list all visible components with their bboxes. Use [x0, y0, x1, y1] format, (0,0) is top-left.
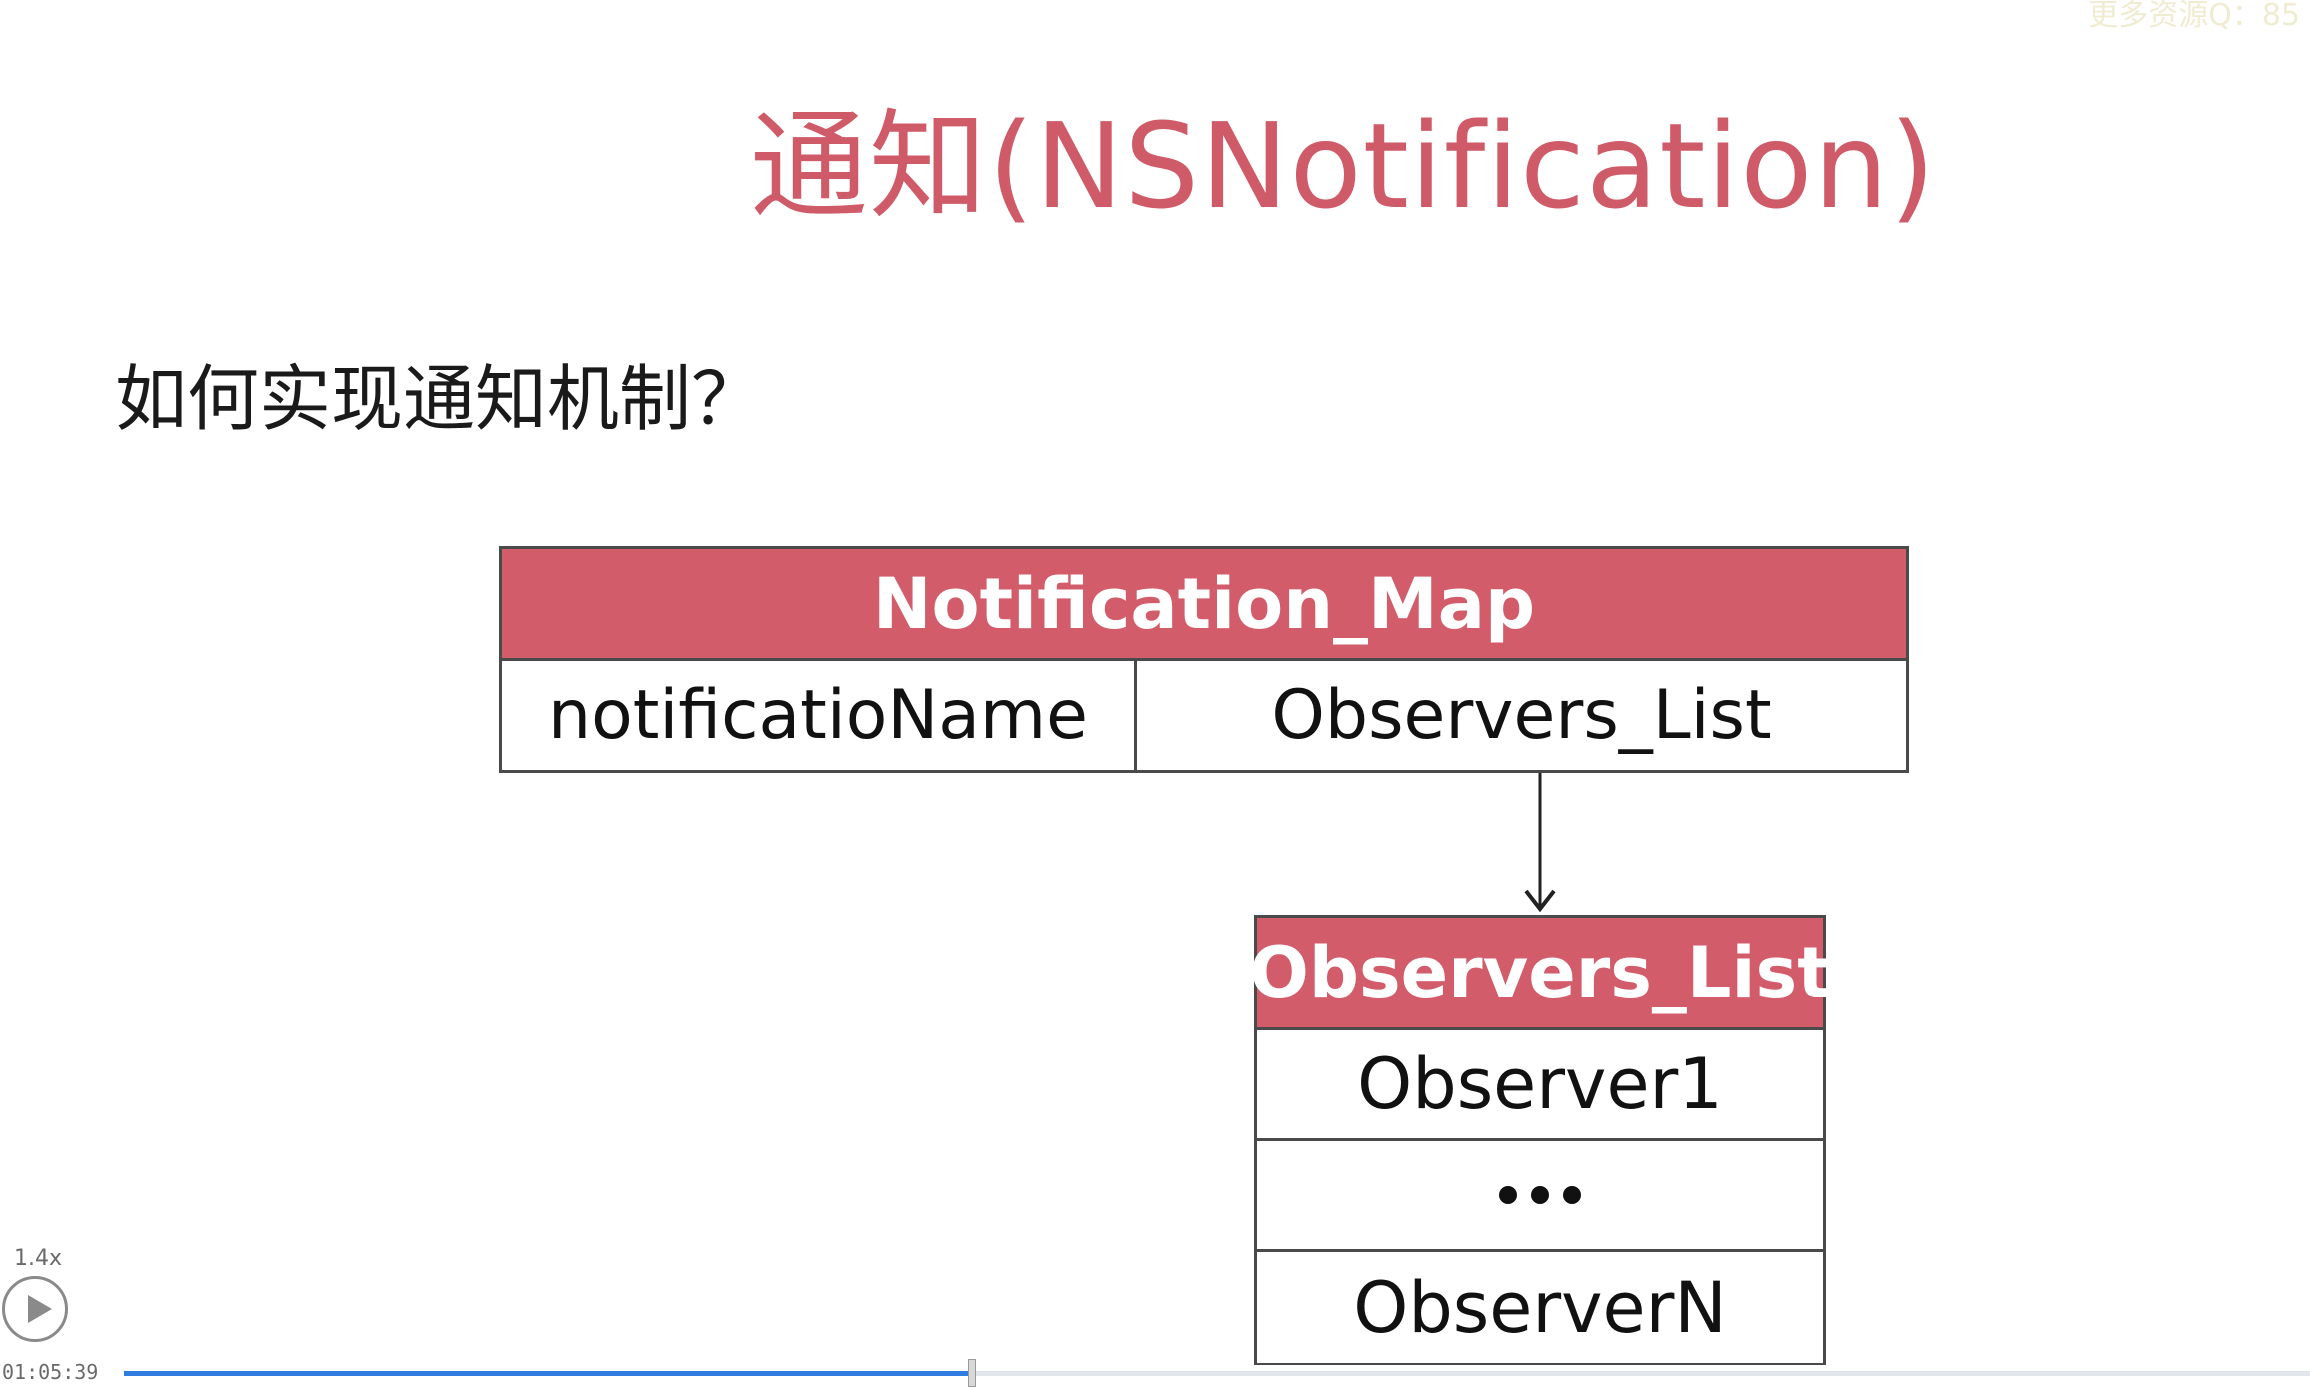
slide: 更多资源Q：85 通知(NSNotification) 如何实现通知机制？ No… [0, 0, 2310, 1388]
down-arrow-icon [1524, 773, 1556, 913]
progress-fill [124, 1371, 973, 1376]
observer-row-ellipsis [1257, 1141, 1823, 1252]
playback-speed[interactable]: 1.4x [14, 1246, 62, 1271]
playback-time: 01:05:39 [2, 1360, 99, 1384]
notification-name-cell: notificatioName [502, 661, 1137, 770]
progress-bar[interactable] [124, 1359, 2310, 1387]
observer-row-last: ObserverN [1257, 1252, 1823, 1363]
notification-map-table: Notification_Map notificatioName Observe… [499, 546, 1909, 773]
slide-question: 如何实现通知机制？ [115, 357, 764, 441]
observers-list-cell: Observers_List [1271, 676, 1772, 755]
observer-row-first: Observer1 [1257, 1030, 1823, 1141]
observers-list-header: Observers_List [1249, 918, 1831, 1030]
ellipsis-icon [1499, 1186, 1581, 1204]
notification-map-row: notificatioName Observers_List [502, 661, 1906, 770]
observers-list-table: Observers_List Observer1 ObserverN [1249, 915, 1831, 1365]
slide-title: 通知(NSNotification) [750, 97, 1937, 235]
progress-handle[interactable] [968, 1359, 977, 1387]
watermark: 更多资源Q：85 [2088, 0, 2300, 33]
notification-map-header: Notification_Map [502, 549, 1906, 661]
play-icon[interactable] [2, 1276, 68, 1342]
